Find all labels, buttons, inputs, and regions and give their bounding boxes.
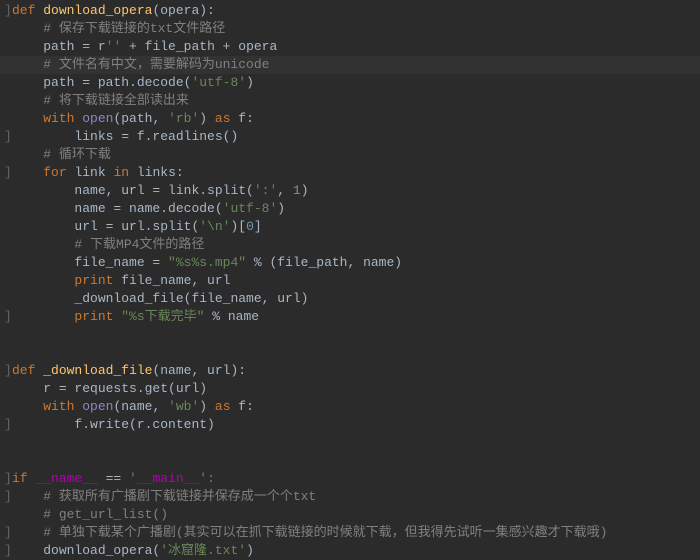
code-line: with open(name, 'wb') as f: <box>0 398 700 416</box>
keyword-def: def <box>12 3 43 18</box>
code-line: _download_file(file_name, url) <box>0 290 700 308</box>
code-line: ] # 单独下载某个广播剧(其实可以在抓下载链接的时候就下载，但我得先试听一集感… <box>0 524 700 542</box>
code-line: file_name = "%s%s.mp4" % (file_path, nam… <box>0 254 700 272</box>
comment: # 获取所有广播剧下载链接并保存成一个个txt <box>43 489 316 504</box>
func-name: _download_file <box>43 363 152 378</box>
code-line: path = path.decode('utf-8') <box>0 74 700 92</box>
code-line: ]if __name__ == '__main__': <box>0 470 700 488</box>
code-line: # get_url_list() <box>0 506 700 524</box>
code-line: ] f.write(r.content) <box>0 416 700 434</box>
code-line: name = name.decode('utf-8') <box>0 200 700 218</box>
code-line: ] links = f.readlines() <box>0 128 700 146</box>
code-line: print file_name, url <box>0 272 700 290</box>
code-line: ] for link in links: <box>0 164 700 182</box>
code-line: name, url = link.split(':', 1) <box>0 182 700 200</box>
code-line: with open(path, 'rb') as f: <box>0 110 700 128</box>
comment: # 保存下载链接的txt文件路径 <box>43 21 225 36</box>
code-editor[interactable]: ]def download_opera(opera): # 保存下载链接的txt… <box>0 0 700 560</box>
blank-line <box>0 434 700 452</box>
comment: # 单独下载某个广播剧(其实可以在抓下载链接的时候就下载，但我得先试听一集感兴趣… <box>43 525 607 540</box>
code-line: ] download_opera('冰窟隆.txt') <box>0 542 700 560</box>
code-line: url = url.split('\n')[0] <box>0 218 700 236</box>
code-line: ]def _download_file(name, url): <box>0 362 700 380</box>
comment: # 下载MP4文件的路径 <box>74 237 204 252</box>
comment: # 将下载链接全部读出来 <box>43 93 189 108</box>
comment: # 文件名有中文，需要解码为unicode <box>43 57 269 72</box>
code-line: ] # 获取所有广播剧下载链接并保存成一个个txt <box>0 488 700 506</box>
code-line: # 保存下载链接的txt文件路径 <box>0 20 700 38</box>
comment: # get_url_list() <box>43 507 168 522</box>
code-line: # 下载MP4文件的路径 <box>0 236 700 254</box>
blank-line <box>0 326 700 344</box>
code-line-current: # 文件名有中文，需要解码为unicode <box>0 56 700 74</box>
comment: # 循环下载 <box>43 147 111 162</box>
code-line: # 循环下载 <box>0 146 700 164</box>
code-line: r = requests.get(url) <box>0 380 700 398</box>
blank-line <box>0 344 700 362</box>
code-line: # 将下载链接全部读出来 <box>0 92 700 110</box>
code-line: path = r'' + file_path + opera <box>0 38 700 56</box>
code-line: ] print "%s下载完毕" % name <box>0 308 700 326</box>
code-line: ]def download_opera(opera): <box>0 2 700 20</box>
blank-line <box>0 452 700 470</box>
func-name: download_opera <box>43 3 152 18</box>
